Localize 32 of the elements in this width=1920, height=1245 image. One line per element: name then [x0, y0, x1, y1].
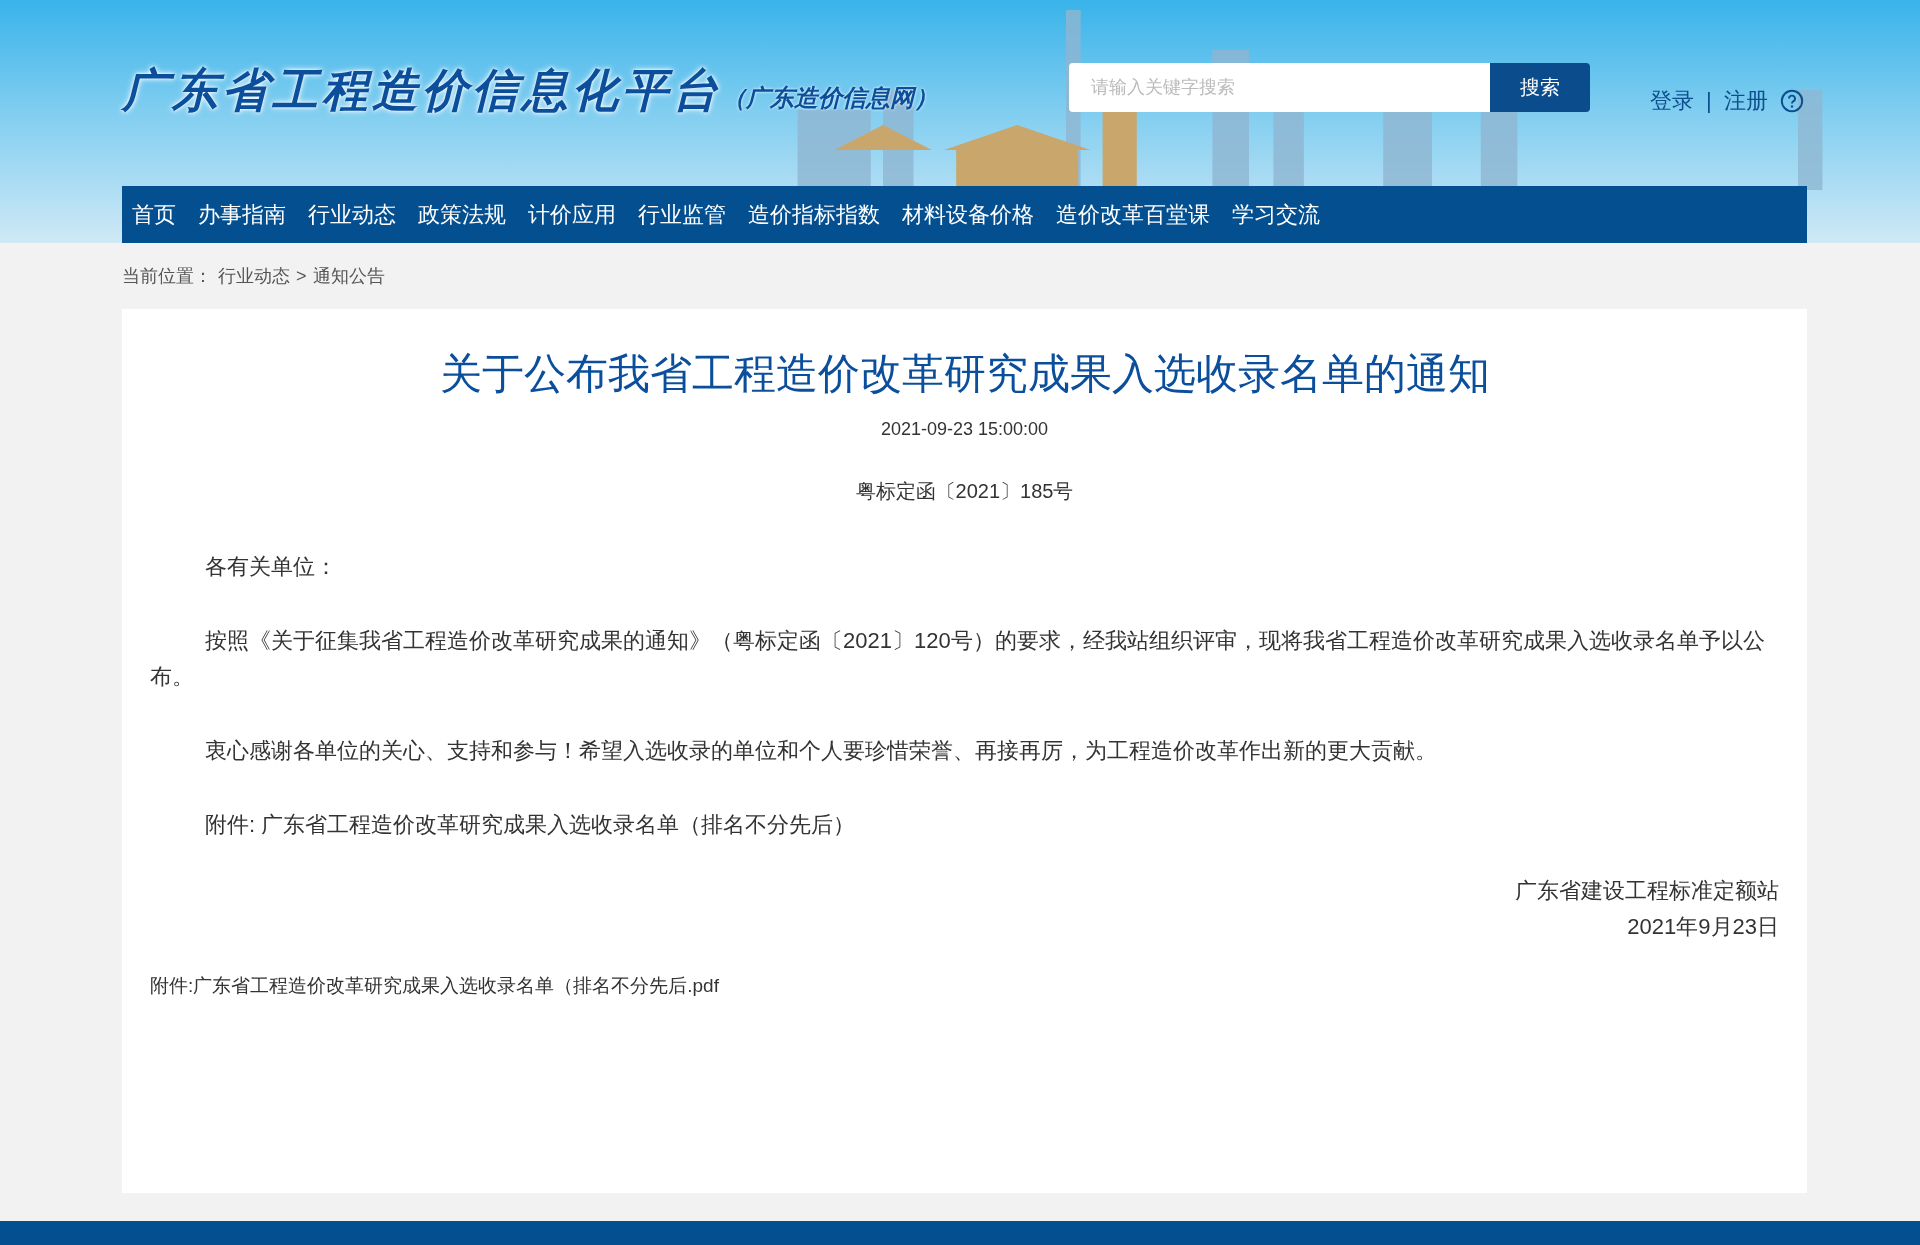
- site-logo-title[interactable]: 广东省工程造价信息化平台: [122, 60, 722, 122]
- nav-item[interactable]: 行业动态: [308, 199, 396, 230]
- login-link[interactable]: 登录: [1650, 86, 1694, 116]
- breadcrumb-link[interactable]: 行业动态: [218, 264, 290, 288]
- nav-item[interactable]: 计价应用: [528, 199, 616, 230]
- nav-item[interactable]: 首页: [132, 199, 176, 230]
- breadcrumb-separator: >: [296, 265, 307, 287]
- article-title: 关于公布我省工程造价改革研究成果入选收录名单的通知: [438, 349, 1491, 399]
- register-link[interactable]: 注册: [1723, 86, 1768, 116]
- attachment-link[interactable]: 附件:广东省工程造价改革研究成果入选收录名单（排名不分先后.pdf: [150, 973, 719, 999]
- paragraph: 各有关单位：: [204, 553, 338, 581]
- document-number: 粤标定函〔2021〕185号: [854, 479, 1075, 504]
- nav-item[interactable]: 政策法规: [418, 199, 506, 230]
- nav-item[interactable]: 行业监管: [638, 199, 726, 230]
- search-field[interactable]: 请输入关键字搜索: [1069, 63, 1490, 112]
- nav-item[interactable]: 学习交流: [1232, 199, 1320, 230]
- separator: |: [1706, 88, 1712, 114]
- nav-item[interactable]: 材料设备价格: [902, 199, 1034, 230]
- paragraph: 按照《关于征集我省工程造价改革研究成果的通知》（粤标定函〔2021〕120号）的要求，经我站组织评审，现将我省工程造价改革研究成果入选收录名单予以公布。: [150, 627, 1766, 691]
- search-button[interactable]: 搜索: [1490, 63, 1590, 112]
- signature-line: 广东省建设工程标准定额站: [1515, 877, 1779, 905]
- breadcrumb-label: 当前位置：: [122, 265, 212, 288]
- breadcrumb-link[interactable]: 通知公告: [312, 264, 385, 288]
- nav-item[interactable]: 造价改革百堂课: [1056, 199, 1210, 230]
- site-logo-subtitle: （广东造价信息网）: [722, 82, 938, 114]
- paragraph: 衷心感谢各单位的关心、支持和参与！希望入选收录的单位和个人要珍惜荣誉、再接再厉，为工程造价改革作出新的更大贡献。: [204, 737, 1438, 765]
- signature-line: 2021年9月23日: [1627, 913, 1779, 941]
- help-icon[interactable]: [1779, 89, 1804, 113]
- publish-datetime: 2021-09-23 15:00:00: [879, 419, 1050, 440]
- nav-item[interactable]: 办事指南: [198, 199, 286, 230]
- nav-item[interactable]: 造价指标指数: [748, 199, 880, 230]
- paragraph: 附件: 广东省工程造价改革研究成果入选收录名单（排名不分先后）: [204, 811, 857, 839]
